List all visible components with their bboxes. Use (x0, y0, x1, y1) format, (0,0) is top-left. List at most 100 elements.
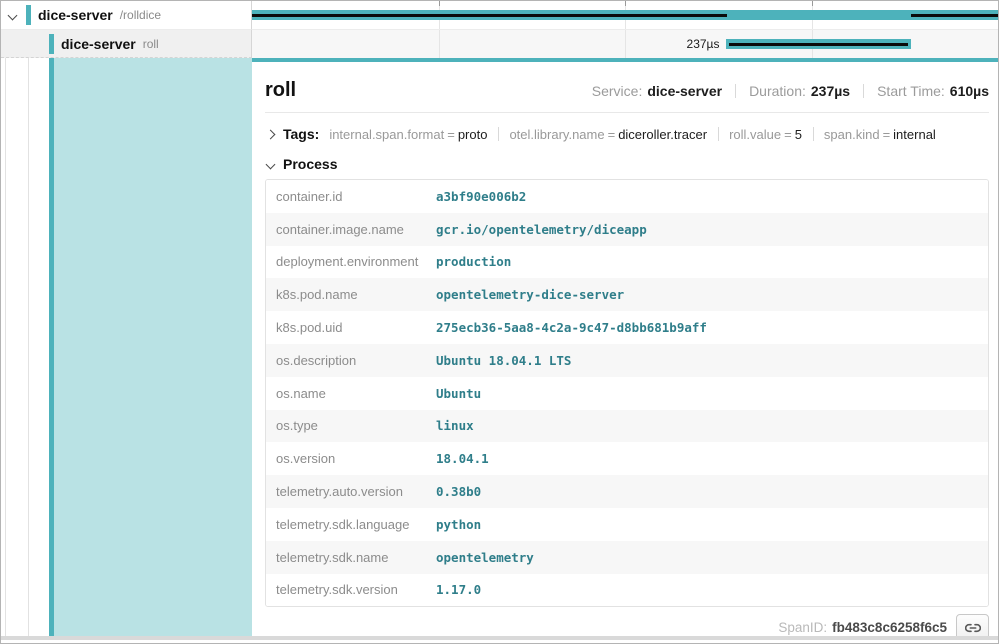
tag-key: span.kind (824, 127, 880, 142)
indent-guide (28, 58, 29, 636)
tag-key: roll.value (729, 127, 781, 142)
process-value: 275ecb36-5aa8-4c2a-9c47-d8bb681b9aff (436, 320, 707, 335)
table-row: telemetry.sdk.languagepython (266, 508, 988, 541)
tags-list: internal.span.format=protootel.library.n… (319, 127, 936, 142)
table-row: os.version18.04.1 (266, 442, 988, 475)
table-row: container.image.namegcr.io/opentelemetry… (266, 213, 988, 246)
timeline-cell-roll: 237µs (252, 30, 998, 58)
span-row-rolldice: dice-server /rolldice (1, 1, 998, 30)
ruler-tick (439, 1, 440, 6)
span-row-roll: dice-server roll 237µs (1, 30, 998, 58)
deep-link-button[interactable] (956, 614, 989, 636)
meta-value: 237µs (811, 83, 850, 99)
tree-indent-rail (1, 58, 49, 636)
table-row: os.descriptionUbuntu 18.04.1 LTS (266, 344, 988, 377)
span-bar-rolldice[interactable] (252, 10, 998, 20)
process-key: container.image.name (266, 222, 436, 237)
tags-section-header[interactable]: Tags: internal.span.format=protootel.lib… (265, 113, 989, 148)
table-row: os.typelinux (266, 410, 988, 443)
process-value: 0.38b0 (436, 484, 481, 499)
meta-label: Duration: (749, 83, 806, 99)
process-value: 18.04.1 (436, 451, 489, 466)
indent-guide (5, 58, 6, 636)
link-icon (965, 620, 981, 636)
span-color-marker (26, 5, 31, 25)
tags-label: Tags: (283, 126, 319, 142)
table-row: telemetry.sdk.version1.17.0 (266, 574, 988, 607)
process-kv-table: container.ida3bf90e006b2container.image.… (265, 179, 989, 607)
span-color-marker (49, 34, 54, 54)
process-value: gcr.io/opentelemetry/diceapp (436, 222, 647, 237)
tag-separator (498, 127, 499, 141)
span-duration-label: 237µs (687, 37, 727, 51)
tag-item: otel.library.name=diceroller.tracer (509, 127, 707, 142)
tag-separator (813, 127, 814, 141)
process-value: opentelemetry (436, 550, 534, 565)
process-value: Ubuntu 18.04.1 LTS (436, 353, 571, 368)
process-value: production (436, 254, 511, 269)
span-operation-title: roll (265, 79, 296, 102)
service-name: dice-server (38, 7, 113, 23)
selected-span-highlight-column (54, 58, 252, 636)
tag-value: proto (458, 127, 488, 142)
process-section-header[interactable]: Process (265, 148, 989, 179)
chevron-right-icon[interactable] (266, 129, 276, 139)
tag-item: span.kind=internal (824, 127, 936, 142)
table-row: k8s.pod.uid275ecb36-5aa8-4c2a-9c47-d8bb6… (266, 311, 988, 344)
meta-label: Start Time: (877, 83, 945, 99)
detail-header: roll Service:dice-server Duration: 237µs St… (265, 62, 989, 113)
process-key: telemetry.sdk.language (266, 517, 436, 532)
process-value: linux (436, 418, 474, 433)
critical-path-segment (729, 43, 908, 46)
span-bar-roll[interactable] (726, 39, 911, 49)
ruler-tick (812, 1, 813, 6)
operation-name: /rolldice (120, 8, 161, 22)
critical-path-segment (911, 14, 998, 17)
spanid-value: fb483c8c6258f6c5 (832, 620, 947, 635)
service-name: dice-server (61, 36, 136, 52)
spanid-label: SpanID: (778, 620, 827, 635)
tag-item: roll.value=5 (729, 127, 802, 142)
process-key: container.id (266, 189, 436, 204)
detail-footer: SpanID: fb483c8c6258f6c5 (265, 607, 989, 636)
process-key: telemetry.sdk.version (266, 582, 436, 597)
process-key: deployment.environment (266, 254, 436, 269)
table-row: k8s.pod.nameopentelemetry-dice-server (266, 278, 988, 311)
chevron-down-icon[interactable] (266, 159, 276, 169)
process-key: os.description (266, 353, 436, 368)
meta-label: Service: (592, 83, 643, 99)
tag-equals: = (444, 127, 458, 142)
table-row: os.nameUbuntu (266, 377, 988, 410)
timeline-cell-rolldice (252, 1, 998, 30)
span-name-cell-roll[interactable]: dice-server roll (1, 30, 252, 58)
process-value: 1.17.0 (436, 582, 481, 597)
tag-value: 5 (795, 127, 802, 142)
chevron-down-icon[interactable] (8, 11, 18, 21)
timeline-gridline (625, 30, 626, 58)
process-value: python (436, 517, 481, 532)
process-label: Process (283, 156, 337, 172)
process-key: k8s.pod.name (266, 287, 436, 302)
tag-item: internal.span.format=proto (329, 127, 487, 142)
meta-separator (735, 84, 736, 98)
meta-value: dice-server (647, 83, 722, 99)
process-value: opentelemetry-dice-server (436, 287, 624, 302)
tag-equals: = (781, 127, 795, 142)
table-row: telemetry.auto.version0.38b0 (266, 475, 988, 508)
trace-detail-window: dice-server /rolldice dice-server roll (0, 0, 999, 644)
timeline-gridline (439, 30, 440, 58)
tag-equals: = (605, 127, 619, 142)
span-name-cell-rolldice[interactable]: dice-server /rolldice (1, 1, 252, 30)
tag-equals: = (880, 127, 894, 142)
tag-key: internal.span.format (329, 127, 444, 142)
table-row: deployment.environmentproduction (266, 246, 988, 279)
process-key: os.version (266, 451, 436, 466)
table-row: container.ida3bf90e006b2 (266, 180, 988, 213)
tag-separator (718, 127, 719, 141)
process-key: telemetry.auto.version (266, 484, 436, 499)
critical-path-segment (252, 14, 727, 17)
span-meta: Service:dice-server Duration: 237µs Start T… (592, 83, 989, 99)
process-key: telemetry.sdk.name (266, 550, 436, 565)
span-detail-panel: roll Service:dice-server Duration: 237µs St… (252, 58, 998, 636)
process-key: os.type (266, 418, 436, 433)
